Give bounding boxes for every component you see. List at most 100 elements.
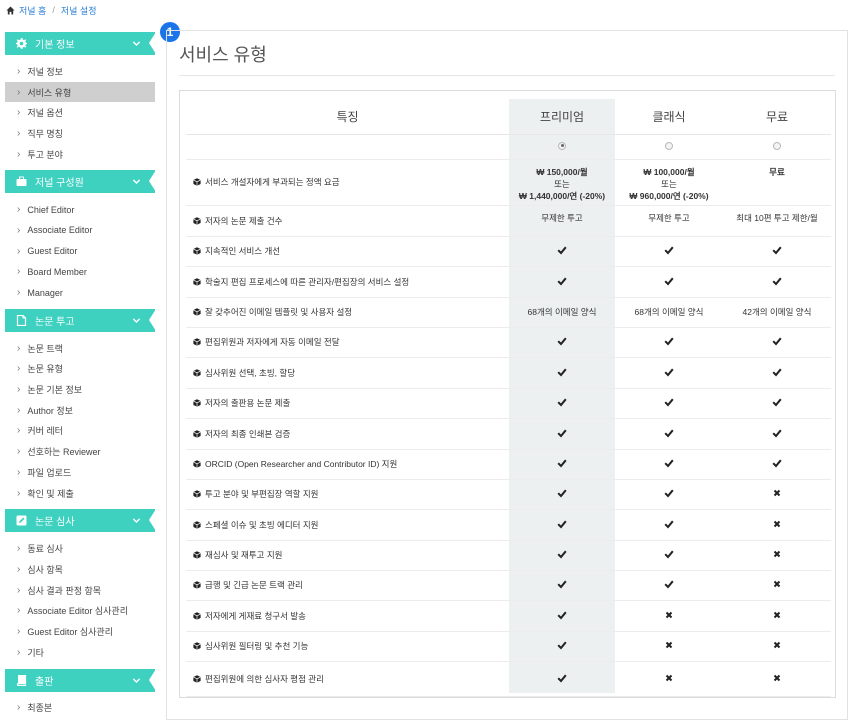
feature-cell: 저자의 출판용 논문 제출 (186, 388, 509, 419)
plan-radio-2[interactable] (665, 141, 673, 150)
sidebar-item[interactable]: › 선호하는 Reviewer (5, 441, 155, 462)
main-content: 서비스 유형 특징 프리미엄 클래식 무료 서비스 개설자에게 부과되는 정액 … (166, 30, 848, 720)
feature-cell: 스페셜 이슈 및 초빙 에디터 지원 (186, 509, 509, 541)
value-text: 무제한 투고 (541, 212, 583, 223)
sidebar-section-4-header[interactable]: 논문 심사 (5, 509, 156, 533)
sidebar-section-title: 논문 투고 (35, 316, 75, 328)
check-icon (664, 550, 674, 559)
value-cell: ₩ 100,000/월 또는 ₩ 960,000/연 (-20%) (615, 159, 723, 206)
check-icon (772, 398, 782, 407)
sidebar-item-label: 최종본 (27, 703, 53, 714)
gear-icon (16, 38, 27, 49)
sidebar-item[interactable]: › 심사 항목 (5, 559, 155, 580)
table-row: 저자의 논문 제출 건수 무제한 투고 무제한 투고 최대 10편 투고 제한/월 (186, 205, 831, 237)
feature-label: 급행 및 긴급 논문 트랙 관리 (205, 580, 303, 590)
value-cell (509, 631, 615, 662)
sidebar-item[interactable]: › 심사 결과 판정 항목 (5, 580, 155, 601)
price-line: ₩ 960,000/연 (-20%) (629, 190, 709, 201)
chevron-down-icon[interactable] (132, 516, 141, 525)
check-icon (772, 277, 782, 285)
feature-label: 잘 갖추어진 이메일 템플릿 및 사용자 설정 (205, 307, 353, 317)
value-cell: 68개의 이메일 양식 (615, 297, 723, 328)
sidebar-item[interactable]: › Associate Editor (5, 220, 155, 241)
check-icon (557, 337, 567, 346)
feature-label: 스페셜 이슈 및 초빙 에디터 지원 (205, 519, 319, 530)
value-cell (615, 357, 723, 389)
chevron-down-icon[interactable] (132, 39, 141, 48)
feature-label: 저자의 출판용 논문 제출 (205, 398, 291, 408)
feature-label: 재심사 및 재투고 지원 (205, 550, 283, 560)
sidebar-item[interactable]: › 논문 기본 정보 (5, 379, 155, 400)
sidebar-item-label: 확인 및 제출 (27, 488, 74, 499)
plan-radio-3[interactable] (773, 141, 781, 150)
sidebar-item[interactable]: › 동료 심사 (5, 538, 155, 559)
sidebar-item[interactable]: › 투고 분야 (5, 144, 155, 165)
breadcrumb-current-link[interactable]: 저널 설정 (61, 4, 97, 17)
check-icon (664, 398, 674, 407)
header-free: 무료 (723, 99, 831, 135)
chevron-right-icon: › (17, 584, 21, 596)
briefcase-icon (16, 176, 27, 187)
cube-icon (193, 277, 201, 286)
check-icon (557, 368, 567, 376)
chevron-down-icon[interactable] (132, 316, 141, 325)
value-cell (509, 357, 615, 389)
sidebar-item[interactable]: › 직무 명칭 (5, 123, 155, 144)
plan-radio-1[interactable] (558, 141, 566, 150)
sidebar-item[interactable]: › 서비스 유형 (5, 81, 155, 103)
cross-icon (665, 674, 673, 681)
value-cell (509, 600, 615, 632)
sidebar-item-label: 저널 정보 (27, 66, 63, 77)
table-row: 투고 분야 및 부편집장 역할 지원 (186, 479, 831, 510)
value-cell (723, 418, 831, 450)
sidebar-item[interactable]: › 논문 유형 (5, 359, 155, 380)
sidebar-section-2-header[interactable]: 저널 구성원 (5, 170, 156, 194)
sidebar-item[interactable]: › 저널 정보 (5, 61, 155, 82)
sidebar-section-3-header[interactable]: 논문 투고 (5, 308, 156, 332)
sidebar-item[interactable]: › Board Member (5, 262, 155, 283)
value-cell (723, 570, 831, 601)
table-row: 급행 및 긴급 논문 트랙 관리 (186, 570, 831, 601)
feature-label: 심사위원 선택, 초빙, 할당 (205, 367, 296, 378)
chevron-right-icon: › (17, 127, 21, 139)
sidebar-item-label: 저널 옵션 (27, 108, 63, 119)
cube-icon (193, 551, 201, 559)
sidebar-section-5-header[interactable]: 출판 (5, 668, 156, 692)
value-cell (723, 327, 831, 358)
sidebar-item[interactable]: › Associate Editor 심사관리 (5, 600, 155, 621)
table-row: 서비스 개설자에게 부과되는 정액 요금 ₩ 150,000/월 또는 ₩ 1,440… (186, 159, 831, 206)
value-cell (615, 600, 723, 632)
breadcrumb-home-link[interactable]: 저널 홈 (19, 4, 46, 17)
value-cell (509, 509, 615, 541)
cube-icon (193, 429, 201, 438)
chevron-right-icon: › (17, 224, 21, 236)
chevron-right-icon: › (17, 563, 21, 575)
sidebar-item[interactable]: › 기타 (5, 642, 155, 663)
price-line: ₩ 1,440,000/연 (-20%) (518, 190, 606, 201)
check-icon (664, 459, 674, 468)
sidebar-item[interactable]: › Manager (5, 282, 155, 303)
sidebar-item[interactable]: › 최종본 (5, 698, 155, 719)
sidebar-item[interactable]: › Author 정보 (5, 400, 155, 421)
sidebar-item[interactable]: › Chief Editor (5, 199, 155, 220)
value-cell (509, 570, 615, 601)
sidebar-item[interactable]: › 커버 레터 (5, 421, 155, 442)
chevron-down-icon[interactable] (132, 177, 141, 186)
sidebar-item[interactable]: › Guest Editor 심사관리 (5, 621, 155, 642)
chevron-down-icon[interactable] (132, 676, 141, 685)
table-row: 재심사 및 재투고 지원 (186, 540, 831, 571)
sidebar-section-1-header[interactable]: 기본 정보 (5, 32, 156, 55)
sidebar-item[interactable]: › Guest Editor (5, 241, 155, 262)
price-line: 무료 (769, 166, 785, 177)
sidebar-item[interactable]: › 파일 업로드 (5, 462, 155, 483)
value-cell (509, 236, 615, 267)
sidebar-item[interactable]: › 확인 및 제출 (5, 483, 155, 504)
sidebar-section-title: 기본 정보 (35, 40, 75, 51)
sidebar-item[interactable]: › 논문 트랙 (5, 338, 155, 359)
sidebar-item-label: 직무 명칭 (27, 128, 63, 139)
value-cell (615, 449, 723, 480)
sidebar-item[interactable]: › 저널 옵션 (5, 102, 155, 123)
cross-icon (665, 611, 673, 618)
sidebar-item-label: Board Member (27, 266, 87, 277)
price-line: ₩ 100,000/월 (643, 166, 695, 177)
